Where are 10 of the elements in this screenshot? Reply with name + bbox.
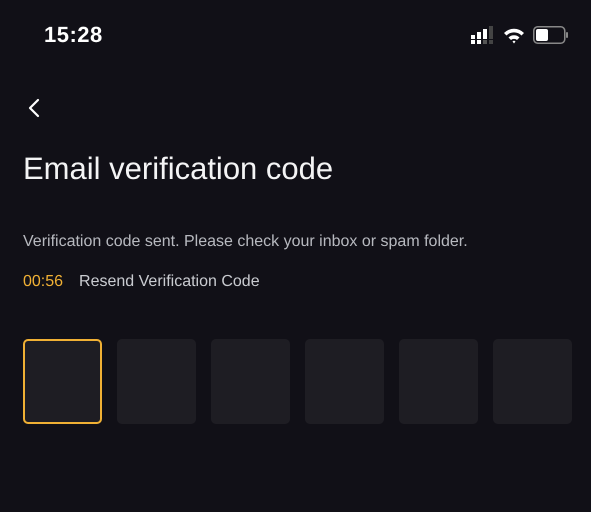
signal-icon <box>471 26 495 44</box>
status-time: 15:28 <box>44 22 103 48</box>
code-digit-field[interactable] <box>23 339 102 424</box>
wifi-icon <box>503 26 525 44</box>
countdown-timer: 00:56 <box>23 273 64 291</box>
page-title: Email verification code <box>23 151 334 187</box>
resend-link[interactable]: Resend Verification Code <box>79 273 260 291</box>
battery-icon <box>533 26 569 44</box>
info-message: Verification code sent. Please check your inbox or spam folder. <box>23 233 469 251</box>
back-icon[interactable] <box>27 98 41 118</box>
